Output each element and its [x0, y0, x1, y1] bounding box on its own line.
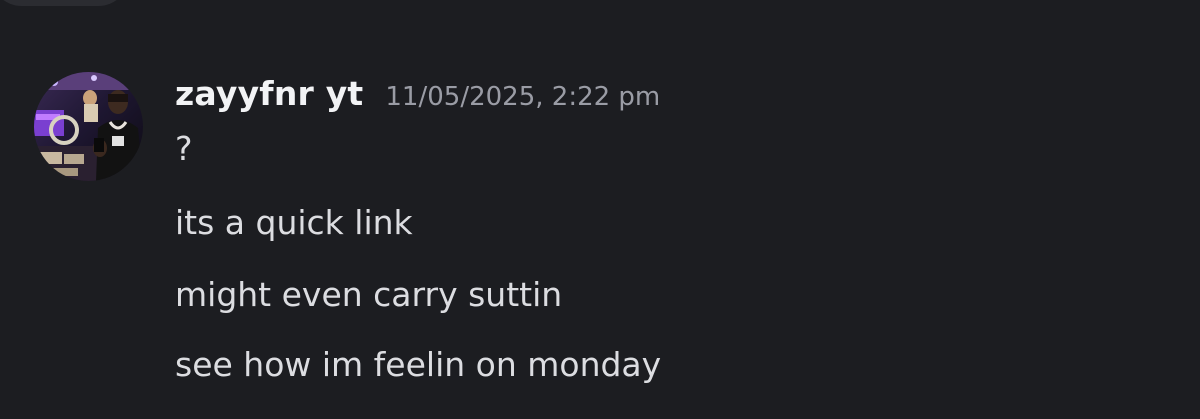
username[interactable]: zayyfnr yt [175, 74, 363, 113]
message-line-3: might even carry suttin [175, 275, 563, 314]
message-line-4: see how im feelin on monday [175, 345, 662, 384]
user-avatar[interactable] [34, 72, 143, 181]
message-timestamp[interactable]: 11/05/2025, 2:22 pm [385, 82, 660, 112]
message-header: zayyfnr yt 11/05/2025, 2:22 pm [175, 74, 660, 118]
message-line-2: its a quick link [175, 203, 413, 242]
avatar-image [34, 72, 143, 181]
message-line-1: ? [175, 129, 193, 168]
previous-element-remnant [0, 0, 130, 6]
